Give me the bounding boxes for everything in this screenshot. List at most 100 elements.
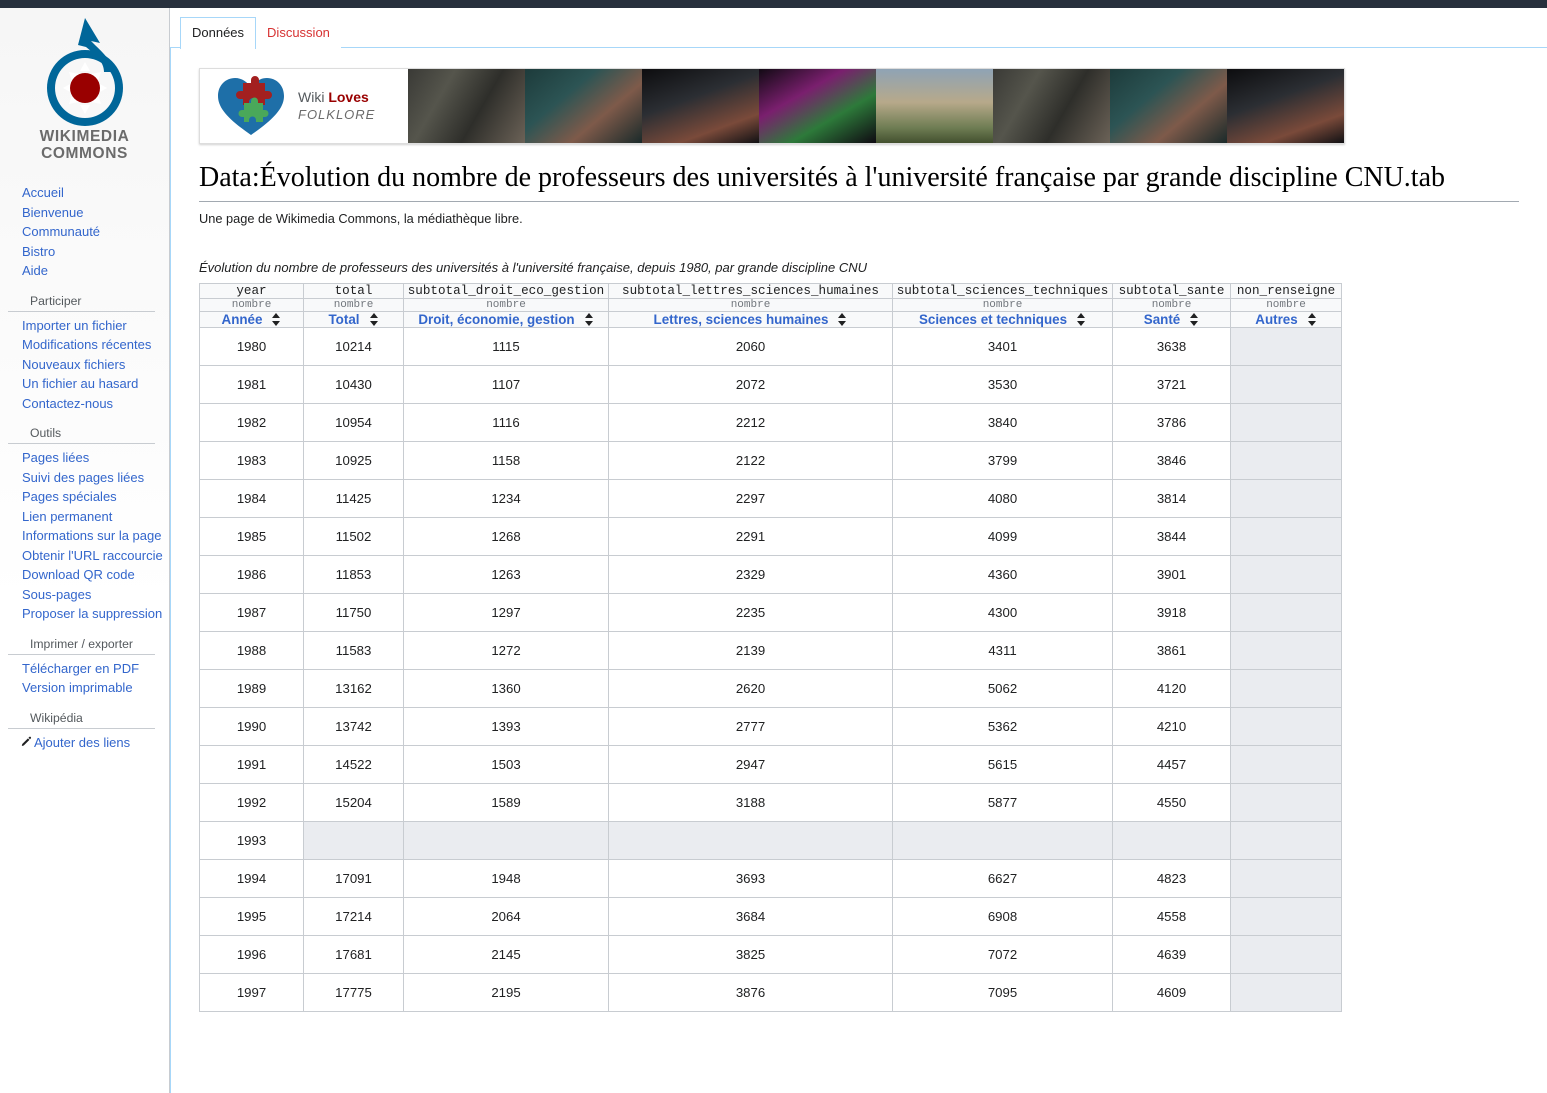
cell-subtotal_droit_eco_gestion: 2145 bbox=[403, 935, 609, 975]
cell-subtotal_lettres_sciences_humaines: 3693 bbox=[608, 859, 893, 899]
cell-subtotal_droit_eco_gestion: 1297 bbox=[403, 593, 609, 633]
sidebar-item-contactez-nous[interactable]: Contactez-nous bbox=[0, 394, 169, 414]
sidebar-list-item: Pages spéciales bbox=[0, 487, 169, 507]
cell-year: 1994 bbox=[199, 859, 304, 899]
sidebar-group: Imprimer / exporter Télécharger en PDF Ver… bbox=[0, 633, 169, 698]
cell-year: 1990 bbox=[199, 707, 304, 747]
sidebar-link-list: Pages liées Suivi des pages liées Pages sp… bbox=[0, 448, 169, 624]
sidebar-list-item: Sous-pages bbox=[0, 585, 169, 605]
header-row-field-names: year total subtotal_droit_eco_gestion subto… bbox=[199, 283, 1342, 300]
cell-non_renseigne bbox=[1230, 745, 1342, 785]
cell-subtotal_droit_eco_gestion: 1234 bbox=[403, 479, 609, 519]
sort-arrows-icon[interactable] bbox=[369, 313, 379, 327]
site-logo[interactable]: WIKIMEDIA COMMONS bbox=[0, 8, 169, 183]
cell-total: 10954 bbox=[303, 403, 404, 443]
column-header-subtotal_droit_eco_gestion[interactable]: Droit, économie, gestion bbox=[403, 311, 609, 329]
sidebar-item-aide[interactable]: Aide bbox=[0, 261, 169, 281]
sidebar-item-obtenir-l-url-raccourcie[interactable]: Obtenir l'URL raccourcie bbox=[0, 546, 169, 566]
field-type-subtotal_sante: nombre bbox=[1112, 298, 1231, 313]
cell-total: 17775 bbox=[303, 973, 404, 1013]
cell-subtotal_droit_eco_gestion: 1503 bbox=[403, 745, 609, 785]
sort-arrows-icon[interactable] bbox=[272, 313, 281, 327]
sort-arrows-icon[interactable] bbox=[1190, 313, 1199, 327]
sidebar-item-version-imprimable[interactable]: Version imprimable bbox=[0, 678, 169, 698]
field-type-non_renseigne: nombre bbox=[1230, 298, 1342, 313]
sidebar-item-lien-permanent[interactable]: Lien permanent bbox=[0, 507, 169, 527]
sidebar-item-nouveaux-fichiers[interactable]: Nouveaux fichiers bbox=[0, 355, 169, 375]
sidebar-item-bistro[interactable]: Bistro bbox=[0, 242, 169, 262]
sidebar-item-un-fichier-au-hasard[interactable]: Un fichier au hasard bbox=[0, 374, 169, 394]
column-header-subtotal_sciences_techniques[interactable]: Sciences et techniques bbox=[892, 311, 1113, 329]
banner-logo: Wiki Loves FOLKLORE bbox=[200, 69, 408, 143]
sidebar-list-item: Télécharger en PDF bbox=[0, 659, 169, 679]
cell-subtotal_sante: 4558 bbox=[1112, 897, 1231, 937]
sidebar-item-proposer-la-suppression[interactable]: Proposer la suppression bbox=[0, 604, 169, 624]
cell-total: 11853 bbox=[303, 555, 404, 595]
cell-subtotal_sciences_techniques: 7095 bbox=[892, 973, 1113, 1013]
tab-discussion[interactable]: Discussion bbox=[256, 18, 341, 48]
sidebar-navigation: Accueil Bienvenue Communauté Bistro Aide Part… bbox=[0, 183, 169, 752]
banner-title: Wiki Loves bbox=[298, 89, 369, 106]
sort-arrows-icon[interactable] bbox=[1307, 313, 1317, 327]
table-row: 1991 14522 1503 2947 5615 4457 bbox=[199, 745, 1342, 785]
sidebar-item-communaut[interactable]: Communauté bbox=[0, 222, 169, 242]
cell-total bbox=[303, 821, 404, 861]
cell-total: 10214 bbox=[303, 327, 404, 367]
banner-photo-7 bbox=[1110, 69, 1227, 143]
sidebar-list-item: Accueil bbox=[0, 183, 169, 203]
heart-puzzle-icon bbox=[218, 76, 284, 135]
sidebar-item-bienvenue[interactable]: Bienvenue bbox=[0, 203, 169, 223]
page-tabs: Données Discussion bbox=[170, 8, 1547, 49]
sidebar-item-download-qr-code[interactable]: Download QR code bbox=[0, 565, 169, 585]
cell-total: 10430 bbox=[303, 365, 404, 405]
cell-subtotal_droit_eco_gestion: 1158 bbox=[403, 441, 609, 481]
column-header-non_renseigne[interactable]: Autres bbox=[1230, 311, 1342, 329]
sidebar-item-sous-pages[interactable]: Sous-pages bbox=[0, 585, 169, 605]
sort-arrows-icon[interactable] bbox=[1077, 313, 1086, 327]
column-header-year[interactable]: Année bbox=[199, 311, 304, 329]
sidebar-item-pages-li-es[interactable]: Pages liées bbox=[0, 448, 169, 468]
cell-non_renseigne bbox=[1230, 935, 1342, 975]
sidebar-item-accueil[interactable]: Accueil bbox=[0, 183, 169, 203]
cell-subtotal_droit_eco_gestion: 1948 bbox=[403, 859, 609, 899]
cell-subtotal_sante: 4639 bbox=[1112, 935, 1231, 975]
sidebar-item-informations-sur-la-page[interactable]: Informations sur la page bbox=[0, 526, 169, 546]
cell-year: 1985 bbox=[199, 517, 304, 557]
cell-total: 13742 bbox=[303, 707, 404, 747]
cell-subtotal_sante: 3814 bbox=[1112, 479, 1231, 519]
cell-year: 1982 bbox=[199, 403, 304, 443]
cell-year: 1983 bbox=[199, 441, 304, 481]
column-header-subtotal_lettres_sciences_humaines[interactable]: Lettres, sciences humaines bbox=[608, 311, 893, 329]
sidebar-item-pages-sp-ciales[interactable]: Pages spéciales bbox=[0, 487, 169, 507]
add-links-button[interactable]: Ajouter des liens bbox=[0, 733, 169, 753]
field-name-non_renseigne: non_renseigne bbox=[1230, 283, 1342, 300]
sidebar-list-item: Modifications récentes bbox=[0, 335, 169, 355]
sidebar-group: Participer Importer un fichier Modificatio… bbox=[0, 290, 169, 414]
cell-year: 1988 bbox=[199, 631, 304, 671]
cell-total: 10925 bbox=[303, 441, 404, 481]
banner-photo-4 bbox=[759, 69, 876, 143]
sidebar-item-suivi-des-pages-li-es[interactable]: Suivi des pages liées bbox=[0, 468, 169, 488]
table-row: 1995 17214 2064 3684 6908 4558 bbox=[199, 897, 1342, 937]
sidebar-group: Accueil Bienvenue Communauté Bistro Aide bbox=[0, 183, 169, 281]
cell-non_renseigne bbox=[1230, 441, 1342, 481]
tab-donnees[interactable]: Données bbox=[180, 17, 257, 49]
sidebar-item-importer-un-fichier[interactable]: Importer un fichier bbox=[0, 316, 169, 336]
sidebar-list-item: Obtenir l'URL raccourcie bbox=[0, 546, 169, 566]
cell-subtotal_droit_eco_gestion: 1263 bbox=[403, 555, 609, 595]
table-head: year total subtotal_droit_eco_gestion subto… bbox=[199, 283, 1342, 329]
sidebar-item-t-l-charger-en-pdf[interactable]: Télécharger en PDF bbox=[0, 659, 169, 679]
cell-subtotal_sciences_techniques: 5062 bbox=[892, 669, 1113, 709]
column-header-total[interactable]: Total bbox=[303, 311, 404, 329]
sidebar-item-modifications-r-centes[interactable]: Modifications récentes bbox=[0, 335, 169, 355]
cell-subtotal_sciences_techniques: 6908 bbox=[892, 897, 1113, 937]
banner-photo-5 bbox=[876, 69, 993, 143]
content-body: Wiki Loves FOLKLORE Data:Évolution du no… bbox=[170, 48, 1547, 1093]
sort-arrows-icon[interactable] bbox=[838, 313, 847, 327]
table-row: 1990 13742 1393 2777 5362 4210 bbox=[199, 707, 1342, 747]
sort-arrows-icon[interactable] bbox=[584, 313, 594, 327]
column-header-subtotal_sante[interactable]: Santé bbox=[1112, 311, 1231, 329]
wiki-loves-folklore-banner[interactable]: Wiki Loves FOLKLORE bbox=[199, 68, 1345, 144]
cell-year: 1992 bbox=[199, 783, 304, 823]
cell-subtotal_sante: 4550 bbox=[1112, 783, 1231, 823]
